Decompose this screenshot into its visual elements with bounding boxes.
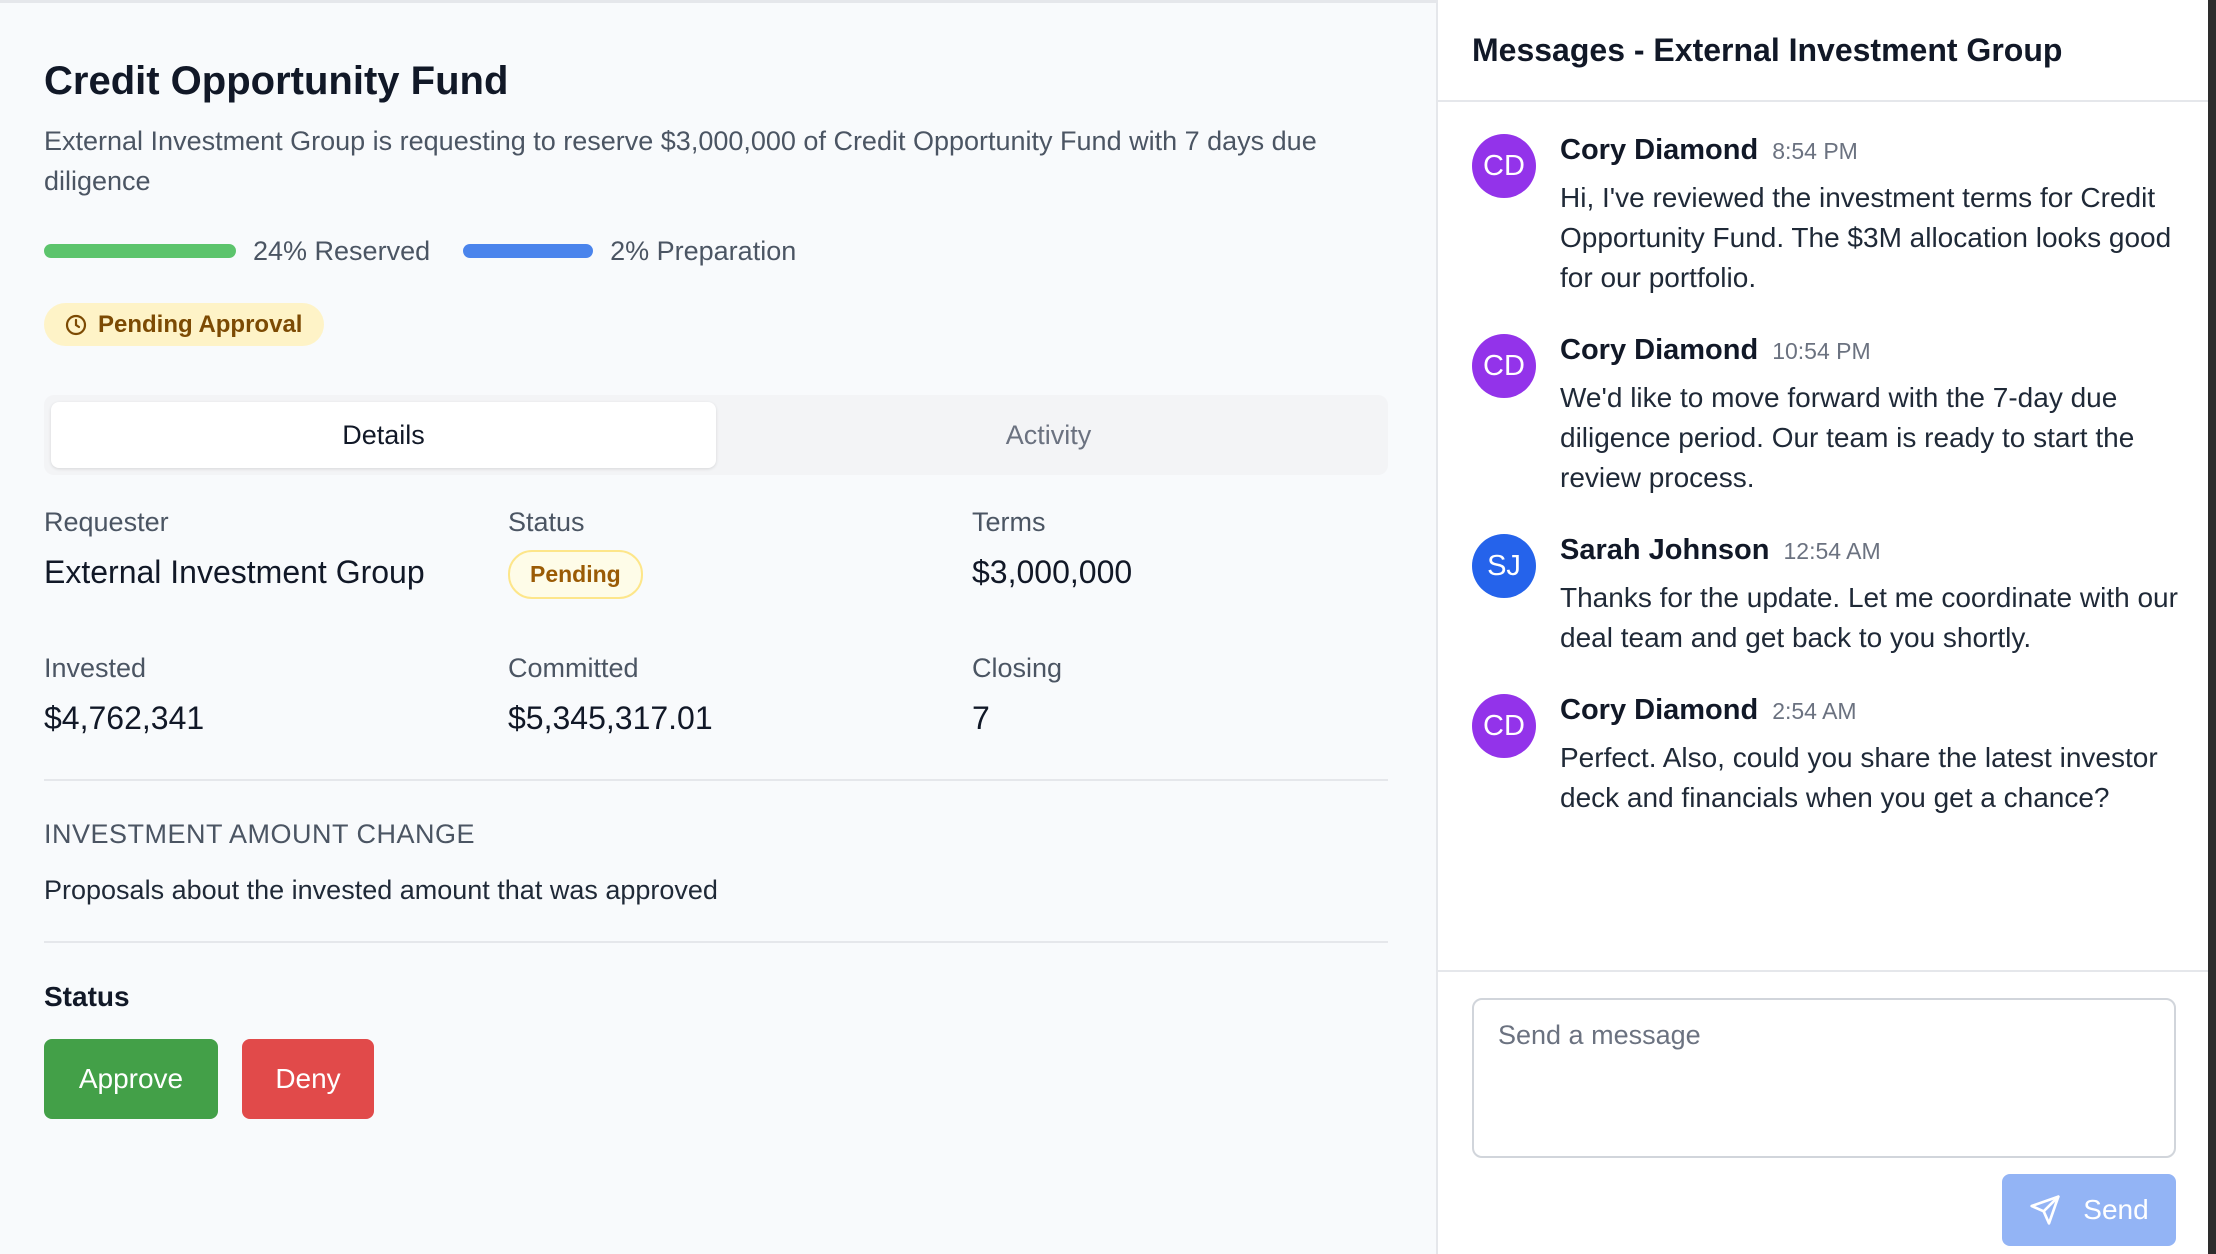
message-author: Sarah Johnson	[1560, 534, 1770, 566]
committed-field: Committed $5,345,317.01	[508, 653, 713, 737]
detail-tabs: Details Activity	[44, 395, 1388, 475]
pending-approval-badge: Pending Approval	[44, 303, 325, 346]
page-title: Credit Opportunity Fund	[44, 59, 509, 103]
invested-field: Invested $4,762,341	[44, 653, 204, 737]
send-button[interactable]: Send	[2002, 1174, 2176, 1246]
committed-value: $5,345,317.01	[508, 700, 713, 736]
send-label: Send	[2083, 1194, 2149, 1225]
pending-approval-label: Pending Approval	[98, 310, 303, 338]
reserved-progress-bar	[44, 244, 236, 258]
divider	[44, 941, 1388, 943]
section-heading: INVESTMENT AMOUNT CHANGE	[44, 819, 476, 849]
divider	[44, 779, 1388, 781]
avatar: CD	[1472, 334, 1536, 398]
messages-panel: Messages - External Investment Group CD …	[1436, 0, 2208, 1254]
deny-button[interactable]: Deny	[242, 1039, 374, 1119]
approve-button[interactable]: Approve	[44, 1039, 218, 1119]
app-frame: Credit Opportunity Fund External Investm…	[0, 0, 2216, 1254]
message-meta: Cory Diamond 8:54 PM	[1560, 134, 1858, 167]
message-author: Cory Diamond	[1560, 694, 1759, 726]
message-author: Cory Diamond	[1560, 334, 1759, 366]
message-author: Cory Diamond	[1560, 134, 1759, 166]
message-text: We'd like to move forward with the 7-day…	[1560, 382, 2135, 493]
message-input[interactable]	[1472, 998, 2176, 1158]
message-text: Thanks for the update. Let me coordinate…	[1560, 582, 2178, 653]
committed-label: Committed	[508, 653, 639, 683]
status-field: Status Pending	[508, 507, 643, 599]
preparation-progress-label: 2% Preparation	[610, 235, 797, 266]
requester-field: Requester External Investment Group	[44, 507, 425, 591]
closing-label: Closing	[972, 653, 1063, 683]
message-time: 8:54 PM	[1772, 138, 1858, 164]
message-time: 10:54 PM	[1772, 338, 1871, 364]
composer-divider	[1438, 970, 2208, 972]
deal-detail-panel: Credit Opportunity Fund External Investm…	[0, 0, 1436, 1254]
message-text: Perfect. Also, could you share the lates…	[1560, 742, 2158, 813]
invested-label: Invested	[44, 653, 147, 683]
requester-label: Requester	[44, 507, 169, 537]
deal-description: External Investment Group is requesting …	[44, 126, 1317, 196]
closing-field: Closing 7	[972, 653, 1062, 737]
message-meta: Cory Diamond 10:54 PM	[1560, 334, 1871, 367]
messages-header: Messages - External Investment Group	[1438, 0, 2208, 102]
terms-field: Terms $3,000,000	[972, 507, 1132, 591]
clock-icon	[64, 313, 88, 337]
closing-value: 7	[972, 700, 990, 736]
invested-value: $4,762,341	[44, 700, 205, 736]
message-meta: Sarah Johnson 12:54 AM	[1560, 534, 1881, 567]
message-text: Hi, I've reviewed the investment terms f…	[1560, 182, 2172, 293]
reserved-progress-label: 24% Reserved	[253, 235, 431, 266]
avatar: SJ	[1472, 534, 1536, 598]
action-status-label: Status	[44, 981, 130, 1012]
avatar: CD	[1472, 694, 1536, 758]
avatar: CD	[1472, 134, 1536, 198]
message-time: 12:54 AM	[1783, 538, 1881, 564]
section-description: Proposals about the invested amount that…	[44, 875, 718, 905]
paper-plane-icon	[2029, 1194, 2061, 1226]
requester-value: External Investment Group	[44, 554, 425, 590]
status-field-label: Status	[508, 507, 585, 537]
tab-details[interactable]: Details	[51, 402, 716, 468]
progress-summary: 24% Reserved 2% Preparation	[44, 231, 829, 271]
window-scrollbar[interactable]	[2208, 0, 2216, 1254]
status-badge: Pending	[508, 550, 643, 599]
terms-label: Terms	[972, 507, 1046, 537]
tab-activity[interactable]: Activity	[716, 402, 1381, 468]
terms-value: $3,000,000	[972, 554, 1133, 590]
message-meta: Cory Diamond 2:54 AM	[1560, 694, 1857, 727]
preparation-progress-bar	[463, 244, 594, 258]
message-time: 2:54 AM	[1772, 698, 1857, 724]
